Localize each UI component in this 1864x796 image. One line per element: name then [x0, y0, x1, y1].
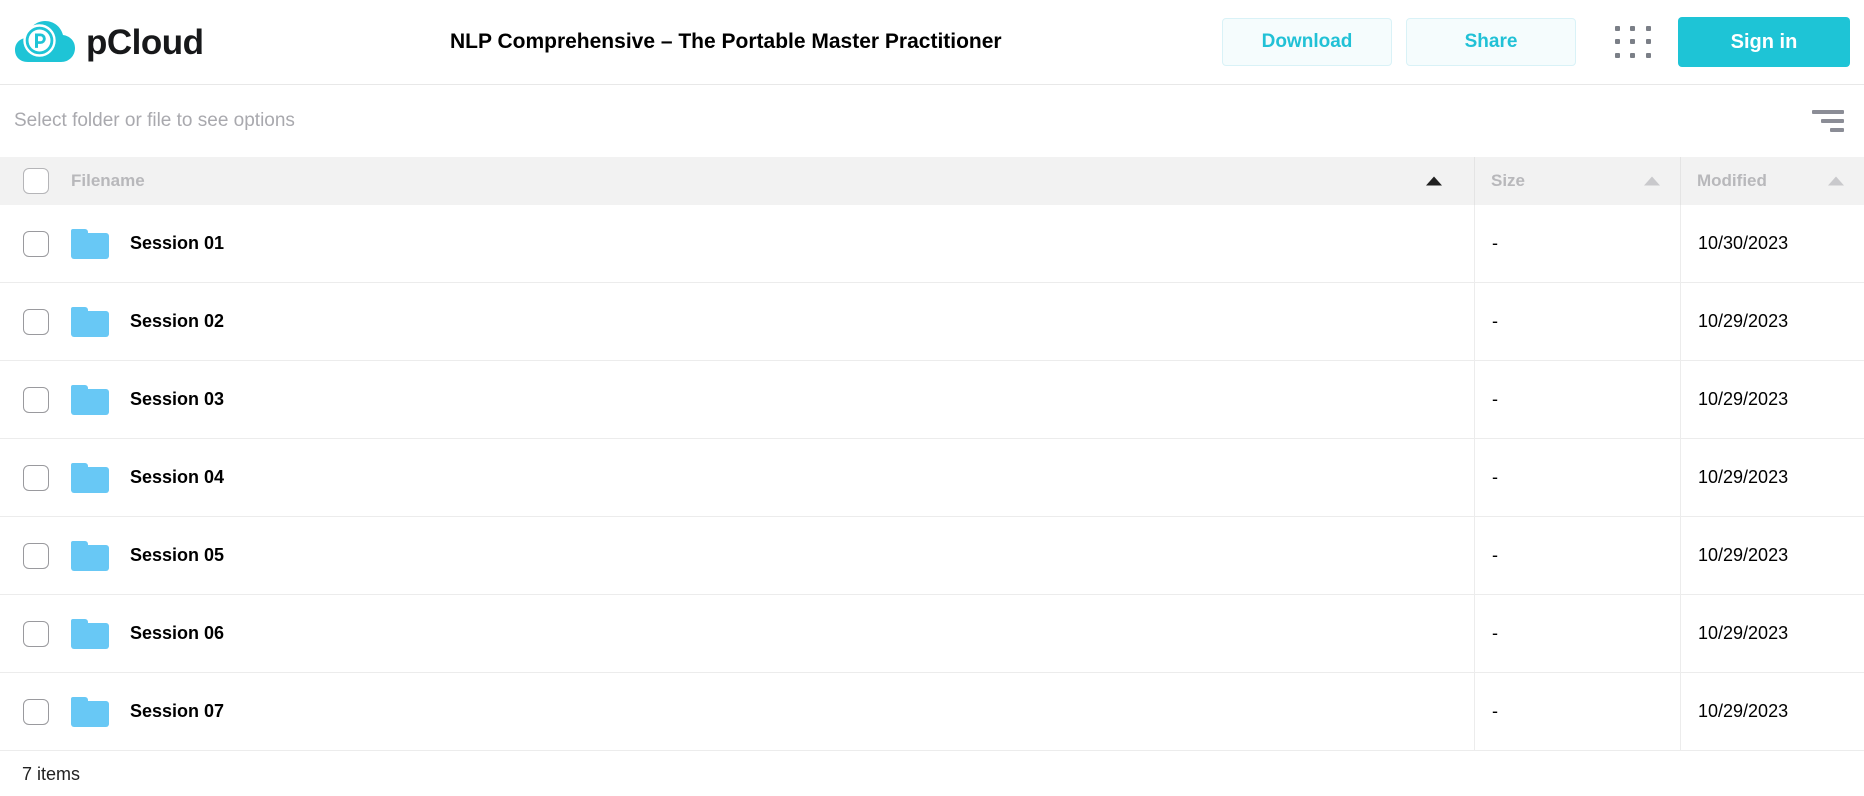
- column-header-size-label: Size: [1491, 171, 1526, 190]
- grid-apps-icon[interactable]: [1610, 22, 1656, 62]
- row-checkbox[interactable]: [23, 542, 49, 569]
- file-name-label: Session 02: [130, 311, 225, 331]
- table-row[interactable]: Session 07 -10/29/2023: [0, 673, 1864, 751]
- row-checkbox[interactable]: [23, 620, 49, 647]
- column-header-filename[interactable]: Filename: [0, 157, 1474, 205]
- pcloud-cloud-logo-icon: [14, 16, 76, 68]
- item-count-label: 7 items: [22, 763, 81, 784]
- download-button[interactable]: Download: [1222, 18, 1392, 66]
- table-row[interactable]: Session 05 -10/29/2023: [0, 517, 1864, 595]
- cell-filename: Session 06: [0, 595, 1474, 672]
- folder-icon: [71, 228, 109, 259]
- sort-caret-modified-icon[interactable]: [1828, 176, 1844, 186]
- table-header-row: Filename Size Modified: [0, 157, 1864, 205]
- file-table: Filename Size Modified Session 01-10/30/…: [0, 157, 1864, 751]
- table-row[interactable]: Session 03 -10/29/2023: [0, 361, 1864, 439]
- file-name-label: Session 03: [130, 389, 225, 409]
- folder-icon: [71, 618, 109, 649]
- select-all-checkbox[interactable]: [23, 168, 49, 194]
- sort-caret-size-icon[interactable]: [1644, 176, 1660, 186]
- cell-size: -: [1474, 439, 1680, 516]
- cell-size: -: [1474, 673, 1680, 750]
- file-name-label: Session 06: [130, 623, 225, 643]
- file-name-label: Session 04: [130, 467, 225, 487]
- selection-hint: Select folder or file to see options: [14, 110, 295, 131]
- row-checkbox[interactable]: [23, 386, 49, 413]
- cell-modified: 10/29/2023: [1680, 361, 1864, 438]
- table-row[interactable]: Session 01 -10/30/2023: [0, 205, 1864, 283]
- table-row[interactable]: Session 02 -10/29/2023: [0, 283, 1864, 361]
- cell-modified: 10/29/2023: [1680, 517, 1864, 594]
- folder-icon: [71, 540, 109, 571]
- cell-size: -: [1474, 205, 1680, 282]
- brand-logo-area[interactable]: pCloud: [14, 16, 204, 68]
- column-header-size[interactable]: Size: [1474, 157, 1680, 205]
- folder-icon: [71, 384, 109, 415]
- header-actions: Download Share Sign in: [1222, 17, 1850, 67]
- column-header-filename-label: Filename: [71, 171, 145, 190]
- page-title: NLP Comprehensive – The Portable Master …: [450, 30, 1002, 53]
- sort-caret-filename-icon[interactable]: [1426, 176, 1442, 186]
- cell-modified: 10/29/2023: [1680, 673, 1864, 750]
- folder-icon: [71, 696, 109, 727]
- file-name-label: Session 07: [130, 701, 225, 721]
- table-row[interactable]: Session 04 -10/29/2023: [0, 439, 1864, 517]
- folder-icon: [71, 306, 109, 337]
- cell-filename: Session 02: [0, 283, 1474, 360]
- cell-filename: Session 01: [0, 205, 1474, 282]
- cell-size: -: [1474, 517, 1680, 594]
- cell-filename: Session 07: [0, 673, 1474, 750]
- row-checkbox[interactable]: [23, 464, 49, 491]
- cell-filename: Session 03: [0, 361, 1474, 438]
- cell-filename: Session 04: [0, 439, 1474, 516]
- cell-size: -: [1474, 283, 1680, 360]
- file-name-label: Session 01: [130, 233, 225, 253]
- top-header: pCloud NLP Comprehensive – The Portable …: [0, 0, 1864, 85]
- table-body: Session 01-10/30/2023 Session 02-10/29/20…: [0, 205, 1864, 751]
- cell-modified: 10/29/2023: [1680, 283, 1864, 360]
- file-name-label: Session 05: [130, 545, 225, 565]
- cell-modified: 10/29/2023: [1680, 595, 1864, 672]
- row-checkbox[interactable]: [23, 308, 49, 335]
- selection-toolbar: Select folder or file to see options: [0, 85, 1864, 157]
- item-count-footer: 7 items: [0, 751, 1864, 796]
- cell-size: -: [1474, 595, 1680, 672]
- share-button[interactable]: Share: [1406, 18, 1576, 66]
- table-row[interactable]: Session 06 -10/29/2023: [0, 595, 1864, 673]
- folder-icon: [71, 462, 109, 493]
- row-checkbox[interactable]: [23, 698, 49, 725]
- cell-modified: 10/30/2023: [1680, 205, 1864, 282]
- sign-in-button[interactable]: Sign in: [1678, 17, 1850, 67]
- sort-filter-icon[interactable]: [1812, 109, 1844, 133]
- column-header-modified-label: Modified: [1697, 171, 1767, 190]
- cell-size: -: [1474, 361, 1680, 438]
- column-header-modified[interactable]: Modified: [1680, 157, 1864, 205]
- cell-modified: 10/29/2023: [1680, 439, 1864, 516]
- row-checkbox[interactable]: [23, 230, 49, 257]
- cell-filename: Session 05: [0, 517, 1474, 594]
- brand-name: pCloud: [86, 22, 204, 62]
